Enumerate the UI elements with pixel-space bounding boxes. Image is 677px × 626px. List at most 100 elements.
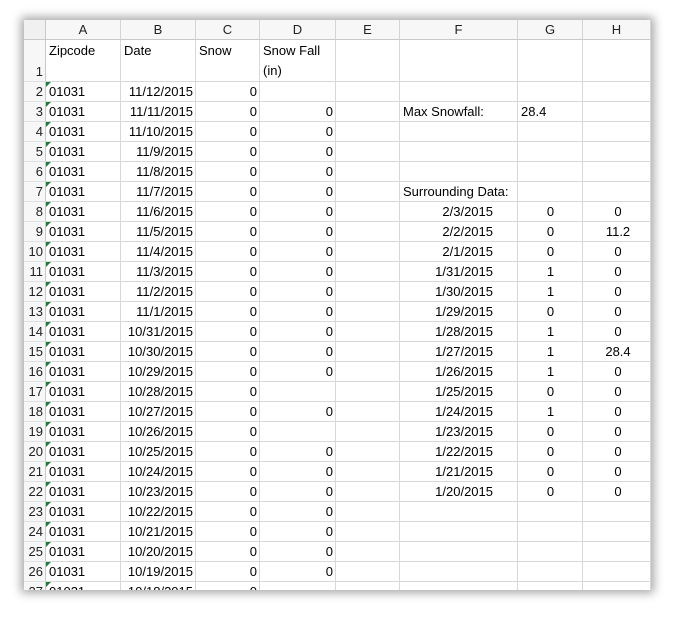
cell-snowfall[interactable]: 0 (260, 202, 336, 222)
cell-date[interactable]: 10/21/2015 (121, 522, 196, 542)
row-header[interactable]: 27 (24, 582, 46, 590)
cell-snow[interactable]: 0 (196, 282, 260, 302)
cell-date[interactable]: 10/26/2015 (121, 422, 196, 442)
cell-snowfall[interactable]: 0 (260, 362, 336, 382)
cell-date[interactable]: 11/9/2015 (121, 142, 196, 162)
cell-snowfall[interactable]: 0 (260, 102, 336, 122)
cell-snowfall[interactable]: 0 (260, 402, 336, 422)
row-header[interactable]: 7 (24, 182, 46, 202)
cell-snow[interactable]: 0 (196, 362, 260, 382)
cell-snow[interactable]: 0 (196, 222, 260, 242)
column-header-f[interactable]: F (400, 20, 518, 40)
cell-zipcode[interactable]: 01031 (46, 342, 121, 362)
surrounding-snow[interactable]: 0 (518, 242, 583, 262)
column-header-a[interactable]: A (46, 20, 121, 40)
column-header-c[interactable]: C (196, 20, 260, 40)
row-header[interactable]: 19 (24, 422, 46, 442)
surrounding-snowfall[interactable]: 0 (583, 302, 651, 322)
surrounding-date[interactable]: 1/27/2015 (400, 342, 496, 362)
cell-snow[interactable]: 0 (196, 582, 260, 590)
row-header[interactable]: 24 (24, 522, 46, 542)
surrounding-date[interactable]: 1/25/2015 (400, 382, 496, 402)
surrounding-snowfall[interactable]: 0 (583, 202, 651, 222)
surrounding-snow[interactable]: 0 (518, 302, 583, 322)
cell-snow[interactable]: 0 (196, 102, 260, 122)
cell-snowfall[interactable] (260, 582, 336, 590)
surrounding-snow[interactable]: 0 (518, 442, 583, 462)
cell-date[interactable]: 11/1/2015 (121, 302, 196, 322)
cell-date[interactable]: 11/8/2015 (121, 162, 196, 182)
cell-date[interactable]: 10/25/2015 (121, 442, 196, 462)
row-header[interactable]: 10 (24, 242, 46, 262)
cell-snow[interactable]: 0 (196, 202, 260, 222)
cell-snow[interactable]: 0 (196, 522, 260, 542)
cell-date[interactable]: 10/24/2015 (121, 462, 196, 482)
cell-date[interactable]: 11/2/2015 (121, 282, 196, 302)
cell-snow[interactable]: 0 (196, 122, 260, 142)
cell-zipcode[interactable]: 01031 (46, 362, 121, 382)
cell-snowfall[interactable]: 0 (260, 302, 336, 322)
surrounding-date[interactable]: 1/28/2015 (400, 322, 496, 342)
row-header[interactable]: 22 (24, 482, 46, 502)
cell-zipcode[interactable]: 01031 (46, 162, 121, 182)
header-zipcode[interactable]: Zipcode (46, 41, 121, 61)
cell-date[interactable]: 10/23/2015 (121, 482, 196, 502)
surrounding-snowfall[interactable]: 0 (583, 482, 651, 502)
surrounding-snow[interactable]: 1 (518, 402, 583, 422)
cell-date[interactable]: 11/12/2015 (121, 82, 196, 102)
surrounding-snowfall[interactable]: 0 (583, 422, 651, 442)
surrounding-date[interactable]: 1/30/2015 (400, 282, 496, 302)
row-header[interactable]: 2 (24, 82, 46, 102)
row-header[interactable]: 13 (24, 302, 46, 322)
column-header-h[interactable]: H (583, 20, 651, 40)
row-header[interactable]: 26 (24, 562, 46, 582)
surrounding-snowfall[interactable]: 0 (583, 262, 651, 282)
cell-snow[interactable]: 0 (196, 462, 260, 482)
surrounding-date[interactable]: 1/24/2015 (400, 402, 496, 422)
cell-snowfall[interactable]: 0 (260, 482, 336, 502)
cell-snow[interactable]: 0 (196, 182, 260, 202)
cell-zipcode[interactable]: 01031 (46, 302, 121, 322)
header-snowfall-line2[interactable]: (in) (260, 61, 336, 81)
surrounding-date[interactable]: 2/3/2015 (400, 202, 496, 222)
cell-zipcode[interactable]: 01031 (46, 142, 121, 162)
column-header-d[interactable]: D (260, 20, 336, 40)
row-header[interactable]: 25 (24, 542, 46, 562)
cell-snowfall[interactable]: 0 (260, 562, 336, 582)
row-header[interactable]: 12 (24, 282, 46, 302)
cell-snowfall[interactable]: 0 (260, 162, 336, 182)
row-header[interactable]: 20 (24, 442, 46, 462)
cell-snowfall[interactable] (260, 382, 336, 402)
cell-snow[interactable]: 0 (196, 302, 260, 322)
cell-zipcode[interactable]: 01031 (46, 242, 121, 262)
cell-date[interactable]: 11/6/2015 (121, 202, 196, 222)
column-header-b[interactable]: B (121, 20, 196, 40)
cell-snow[interactable]: 0 (196, 342, 260, 362)
row-header[interactable]: 21 (24, 462, 46, 482)
surrounding-snowfall[interactable]: 28.4 (583, 342, 651, 362)
cell-snowfall[interactable]: 0 (260, 502, 336, 522)
cell-date[interactable]: 10/20/2015 (121, 542, 196, 562)
cell-zipcode[interactable]: 01031 (46, 122, 121, 142)
cell-date[interactable]: 11/4/2015 (121, 242, 196, 262)
surrounding-snowfall[interactable]: 0 (583, 382, 651, 402)
surrounding-snow[interactable]: 1 (518, 262, 583, 282)
cell-date[interactable]: 11/7/2015 (121, 182, 196, 202)
row-header[interactable]: 17 (24, 382, 46, 402)
cell-snowfall[interactable] (260, 82, 336, 102)
cell-snow[interactable]: 0 (196, 562, 260, 582)
column-header-g[interactable]: G (518, 20, 583, 40)
cell-snow[interactable]: 0 (196, 542, 260, 562)
cell-snowfall[interactable]: 0 (260, 442, 336, 462)
surrounding-snowfall[interactable]: 0 (583, 362, 651, 382)
cell-zipcode[interactable]: 01031 (46, 582, 121, 590)
cell-snowfall[interactable]: 0 (260, 242, 336, 262)
row-header[interactable]: 3 (24, 102, 46, 122)
surrounding-snow[interactable]: 0 (518, 202, 583, 222)
cell-zipcode[interactable]: 01031 (46, 482, 121, 502)
cell-snowfall[interactable] (260, 422, 336, 442)
cell-date[interactable]: 10/31/2015 (121, 322, 196, 342)
cell-snow[interactable]: 0 (196, 502, 260, 522)
max-snowfall-value[interactable]: 28.4 (518, 102, 583, 122)
cell-zipcode[interactable]: 01031 (46, 322, 121, 342)
